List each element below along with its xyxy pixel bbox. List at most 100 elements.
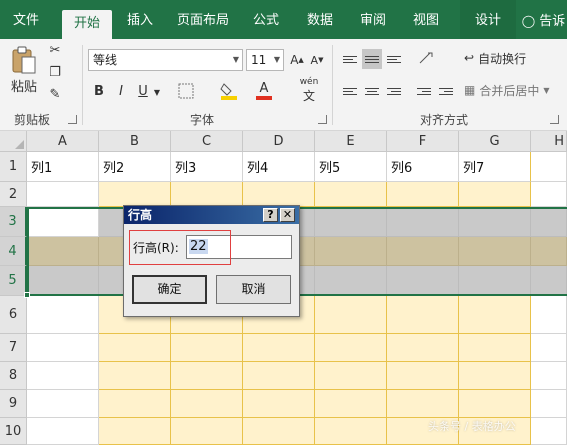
row-header-7[interactable]: 7 [0,334,27,362]
cell-c10[interactable] [171,418,243,445]
format-painter-icon[interactable]: ✎ [44,85,66,103]
cell-e7[interactable] [315,334,387,362]
cell-e5[interactable] [315,266,387,296]
tab-view[interactable]: 视图 [404,0,448,39]
cut-icon[interactable]: ✂ [44,41,66,59]
cell-d7[interactable] [243,334,315,362]
fill-color-icon[interactable] [218,79,240,103]
decrease-indent-icon[interactable] [414,81,434,101]
tab-home[interactable]: 开始 [62,10,112,39]
cell-e3[interactable] [315,207,387,237]
cell-a6[interactable] [27,296,99,334]
cell-h4[interactable] [531,237,567,266]
paste-label[interactable]: 粘贴 [8,77,40,95]
tab-design[interactable]: 设计 [460,0,516,39]
cell-b9[interactable] [99,390,171,418]
chevron-down-icon[interactable]: ▼ [152,83,162,101]
tell-me-search[interactable]: ◯ 告诉 [520,0,567,39]
tab-file[interactable]: 文件 [0,0,52,39]
cell-d10[interactable] [243,418,315,445]
cell-b10[interactable] [99,418,171,445]
cell-c8[interactable] [171,362,243,390]
chevron-down-icon[interactable]: ▼ [274,50,280,70]
row-header-9[interactable]: 9 [0,390,27,418]
cell-e9[interactable] [315,390,387,418]
font-color-icon[interactable]: A [253,79,275,103]
column-header-a[interactable]: A [27,131,99,152]
cell-g3[interactable] [459,207,531,237]
cell-d1[interactable]: 列4 [243,152,315,182]
column-header-g[interactable]: G [459,131,531,152]
cell-a10[interactable] [27,418,99,445]
cell-d9[interactable] [243,390,315,418]
cell-g2[interactable] [459,182,531,207]
cell-c9[interactable] [171,390,243,418]
cell-d2[interactable] [243,182,315,207]
tab-data[interactable]: 数据 [298,0,342,39]
row-header-10[interactable]: 10 [0,418,27,445]
borders-icon[interactable] [174,81,198,101]
cell-a5[interactable] [27,266,99,296]
align-bottom-icon[interactable] [384,49,404,69]
column-header-e[interactable]: E [315,131,387,152]
cell-f9[interactable] [387,390,459,418]
cell-e1[interactable]: 列5 [315,152,387,182]
cell-f1[interactable]: 列6 [387,152,459,182]
align-left-icon[interactable] [340,81,360,101]
cell-a3[interactable] [27,207,99,237]
cell-f7[interactable] [387,334,459,362]
wrap-text-button[interactable]: ↩ 自动换行 [464,47,554,69]
clipboard-launcher-icon[interactable] [68,115,77,124]
paste-button[interactable] [8,43,40,79]
orientation-icon[interactable] [414,47,442,69]
cell-e6[interactable] [315,296,387,334]
cell-a4[interactable] [27,237,99,266]
cell-g4[interactable] [459,237,531,266]
cell-h1[interactable] [531,152,567,182]
cell-a2[interactable] [27,182,99,207]
tab-formulas[interactable]: 公式 [244,0,288,39]
font-name-field[interactable]: 等线 ▼ [88,49,243,71]
cell-h9[interactable] [531,390,567,418]
align-center-icon[interactable] [362,81,382,101]
cell-b2[interactable] [99,182,171,207]
increase-font-icon[interactable]: A ▲ [288,49,306,71]
increase-indent-icon[interactable] [436,81,456,101]
cell-g7[interactable] [459,334,531,362]
cell-e10[interactable] [315,418,387,445]
cell-f6[interactable] [387,296,459,334]
alignment-launcher-icon[interactable] [550,115,559,124]
align-top-icon[interactable] [340,49,360,69]
italic-button[interactable]: I [112,81,130,101]
row-header-1[interactable]: 1 [0,152,27,182]
cell-g1[interactable]: 列7 [459,152,531,182]
tab-insert[interactable]: 插入 [118,0,162,39]
cell-b1[interactable]: 列2 [99,152,171,182]
cell-b7[interactable] [99,334,171,362]
cell-h5[interactable] [531,266,567,296]
font-size-field[interactable]: 11 ▼ [246,49,284,71]
cell-e2[interactable] [315,182,387,207]
cell-a8[interactable] [27,362,99,390]
cell-h6[interactable] [531,296,567,334]
cell-c1[interactable]: 列3 [171,152,243,182]
tab-review[interactable]: 审阅 [351,0,395,39]
close-button[interactable]: ✕ [280,208,295,222]
cell-e8[interactable] [315,362,387,390]
column-header-f[interactable]: F [387,131,459,152]
column-header-d[interactable]: D [243,131,315,152]
copy-icon[interactable]: ❐ [44,63,66,81]
row-header-3[interactable]: 3 [0,207,27,237]
cell-g6[interactable] [459,296,531,334]
cell-a1[interactable]: 列1 [27,152,99,182]
cell-h3[interactable] [531,207,567,237]
decrease-font-icon[interactable]: A ▼ [308,49,326,71]
column-header-h[interactable]: H [531,131,567,152]
bold-button[interactable]: B [90,81,108,101]
cell-f2[interactable] [387,182,459,207]
chevron-down-icon[interactable]: ▼ [233,50,239,70]
underline-button[interactable]: U [134,81,152,101]
column-header-b[interactable]: B [99,131,171,152]
tab-page-layout[interactable]: 页面布局 [170,0,236,39]
help-button[interactable]: ? [263,208,278,222]
